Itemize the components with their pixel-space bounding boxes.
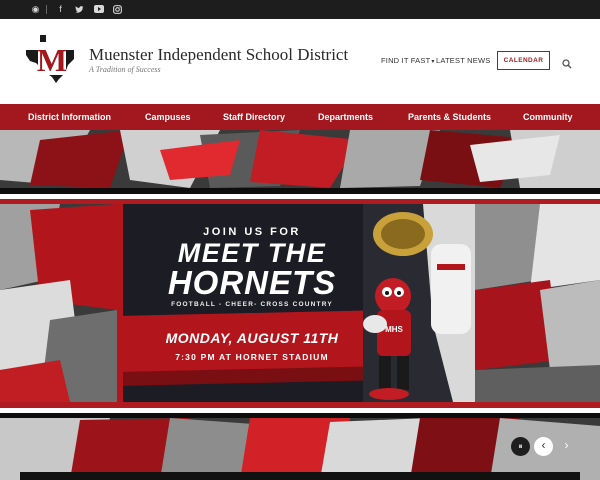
slideshow-pause-button[interactable]: ⏸: [511, 437, 530, 456]
youtube-icon[interactable]: [92, 3, 105, 16]
find-it-fast-label: FIND IT FAST: [381, 56, 431, 65]
mascot-letters: MHS: [385, 325, 403, 334]
site-header: M Muenster Independent School District A…: [0, 19, 600, 104]
instagram-icon[interactable]: [111, 3, 124, 16]
social-bar: ◉ f: [0, 0, 600, 19]
nav-community[interactable]: Community: [523, 104, 573, 130]
hornet-mascot-image: MHS: [363, 204, 475, 402]
caret-down-icon: ▾: [431, 59, 435, 65]
slideshow-next-button[interactable]: ›: [557, 437, 576, 456]
site-title[interactable]: Muenster Independent School District: [89, 45, 348, 65]
hero-slideshow: JOIN US FOR MEET THE HORNETS FOOTBALL - …: [0, 130, 600, 480]
latest-news-link[interactable]: LATEST NEWS: [436, 56, 490, 65]
event-flyer[interactable]: JOIN US FOR MEET THE HORNETS FOOTBALL - …: [117, 204, 475, 402]
nav-campuses[interactable]: Campuses: [145, 104, 191, 130]
slideshow-prev-button[interactable]: ‹: [534, 437, 553, 456]
search-icon[interactable]: [562, 56, 572, 69]
flyer-join-text: JOIN US FOR: [203, 226, 301, 238]
facebook-icon[interactable]: f: [54, 3, 67, 16]
social-divider: [46, 5, 47, 14]
nav-departments[interactable]: Departments: [318, 104, 373, 130]
main-nav: District Information Campuses Staff Dire…: [0, 104, 600, 130]
school-app-icon[interactable]: ◉: [29, 3, 42, 16]
nav-parents-students[interactable]: Parents & Students: [408, 104, 491, 130]
district-logo[interactable]: M: [24, 33, 78, 85]
twitter-icon[interactable]: [73, 3, 86, 16]
logo-letter: M: [37, 42, 67, 78]
flyer-sports-text: FOOTBALL - CHEER- CROSS COUNTRY: [171, 301, 333, 308]
find-it-fast-menu[interactable]: FIND IT FAST▾: [381, 56, 435, 65]
site-tagline: A Tradition of Success: [89, 65, 161, 74]
flyer-time-text: 7:30 PM AT HORNET STADIUM: [175, 352, 329, 362]
flyer-hornets-text: HORNETS: [167, 264, 337, 301]
nav-district-information[interactable]: District Information: [28, 104, 111, 130]
calendar-button[interactable]: CALENDAR: [497, 51, 550, 70]
nav-staff-directory[interactable]: Staff Directory: [223, 104, 285, 130]
flyer-date-text: MONDAY, AUGUST 11TH: [165, 330, 339, 346]
